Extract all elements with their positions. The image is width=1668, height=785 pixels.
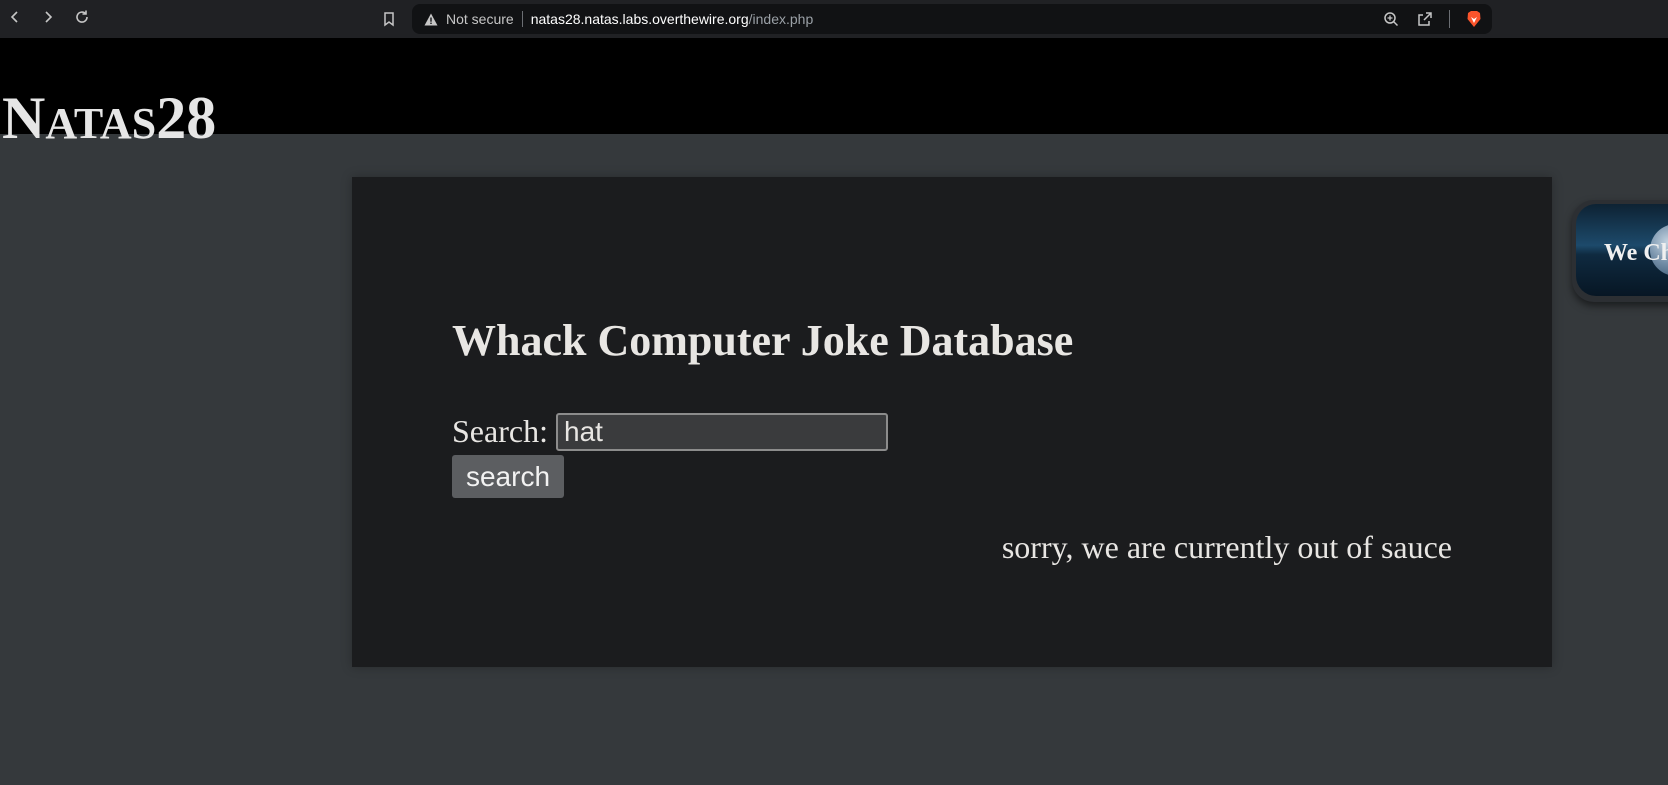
site-title-middle: ATAS [45,99,157,148]
security-status-label[interactable]: Not secure [446,11,514,27]
search-input[interactable] [556,413,888,451]
search-result-message: sorry, we are currently out of sauce [1001,529,1452,565]
warning-triangle-icon [422,10,440,28]
site-header: NATAS28 [0,38,1668,148]
browser-toolbar: Not secure natas28.natas.labs.overthewir… [0,0,1668,38]
content-panel: Whack Computer Joke Database Search: sea… [352,177,1552,667]
wechall-badge-text: We Ch [1604,240,1668,266]
zoom-in-icon[interactable] [1381,9,1401,29]
search-label: Search: [452,413,548,449]
search-button[interactable]: search [452,455,564,498]
url-host: natas28.natas.labs.overthewire.org [530,11,749,27]
address-bar[interactable]: Not secure natas28.natas.labs.overthewir… [412,4,1492,34]
back-arrow-icon[interactable] [2,6,28,32]
wechall-badge[interactable]: We Ch [1572,200,1668,302]
site-title-prefix: N [2,85,46,151]
url-path: /index.php [748,11,814,27]
site-title: NATAS28 [2,88,216,148]
forward-arrow-icon[interactable] [35,6,61,32]
share-icon[interactable] [1415,9,1435,29]
omnibox-divider [521,11,523,27]
brave-shield-icon[interactable] [1464,9,1484,29]
wechall-badge-face: We Ch [1576,204,1668,296]
page-heading: Whack Computer Joke Database [452,316,1074,365]
bookmark-icon[interactable] [376,6,402,32]
site-title-level: 28 [156,85,217,151]
omnibox-actions [1381,4,1484,34]
omnibox-actions-divider [1449,10,1450,28]
reload-icon[interactable] [69,6,95,32]
